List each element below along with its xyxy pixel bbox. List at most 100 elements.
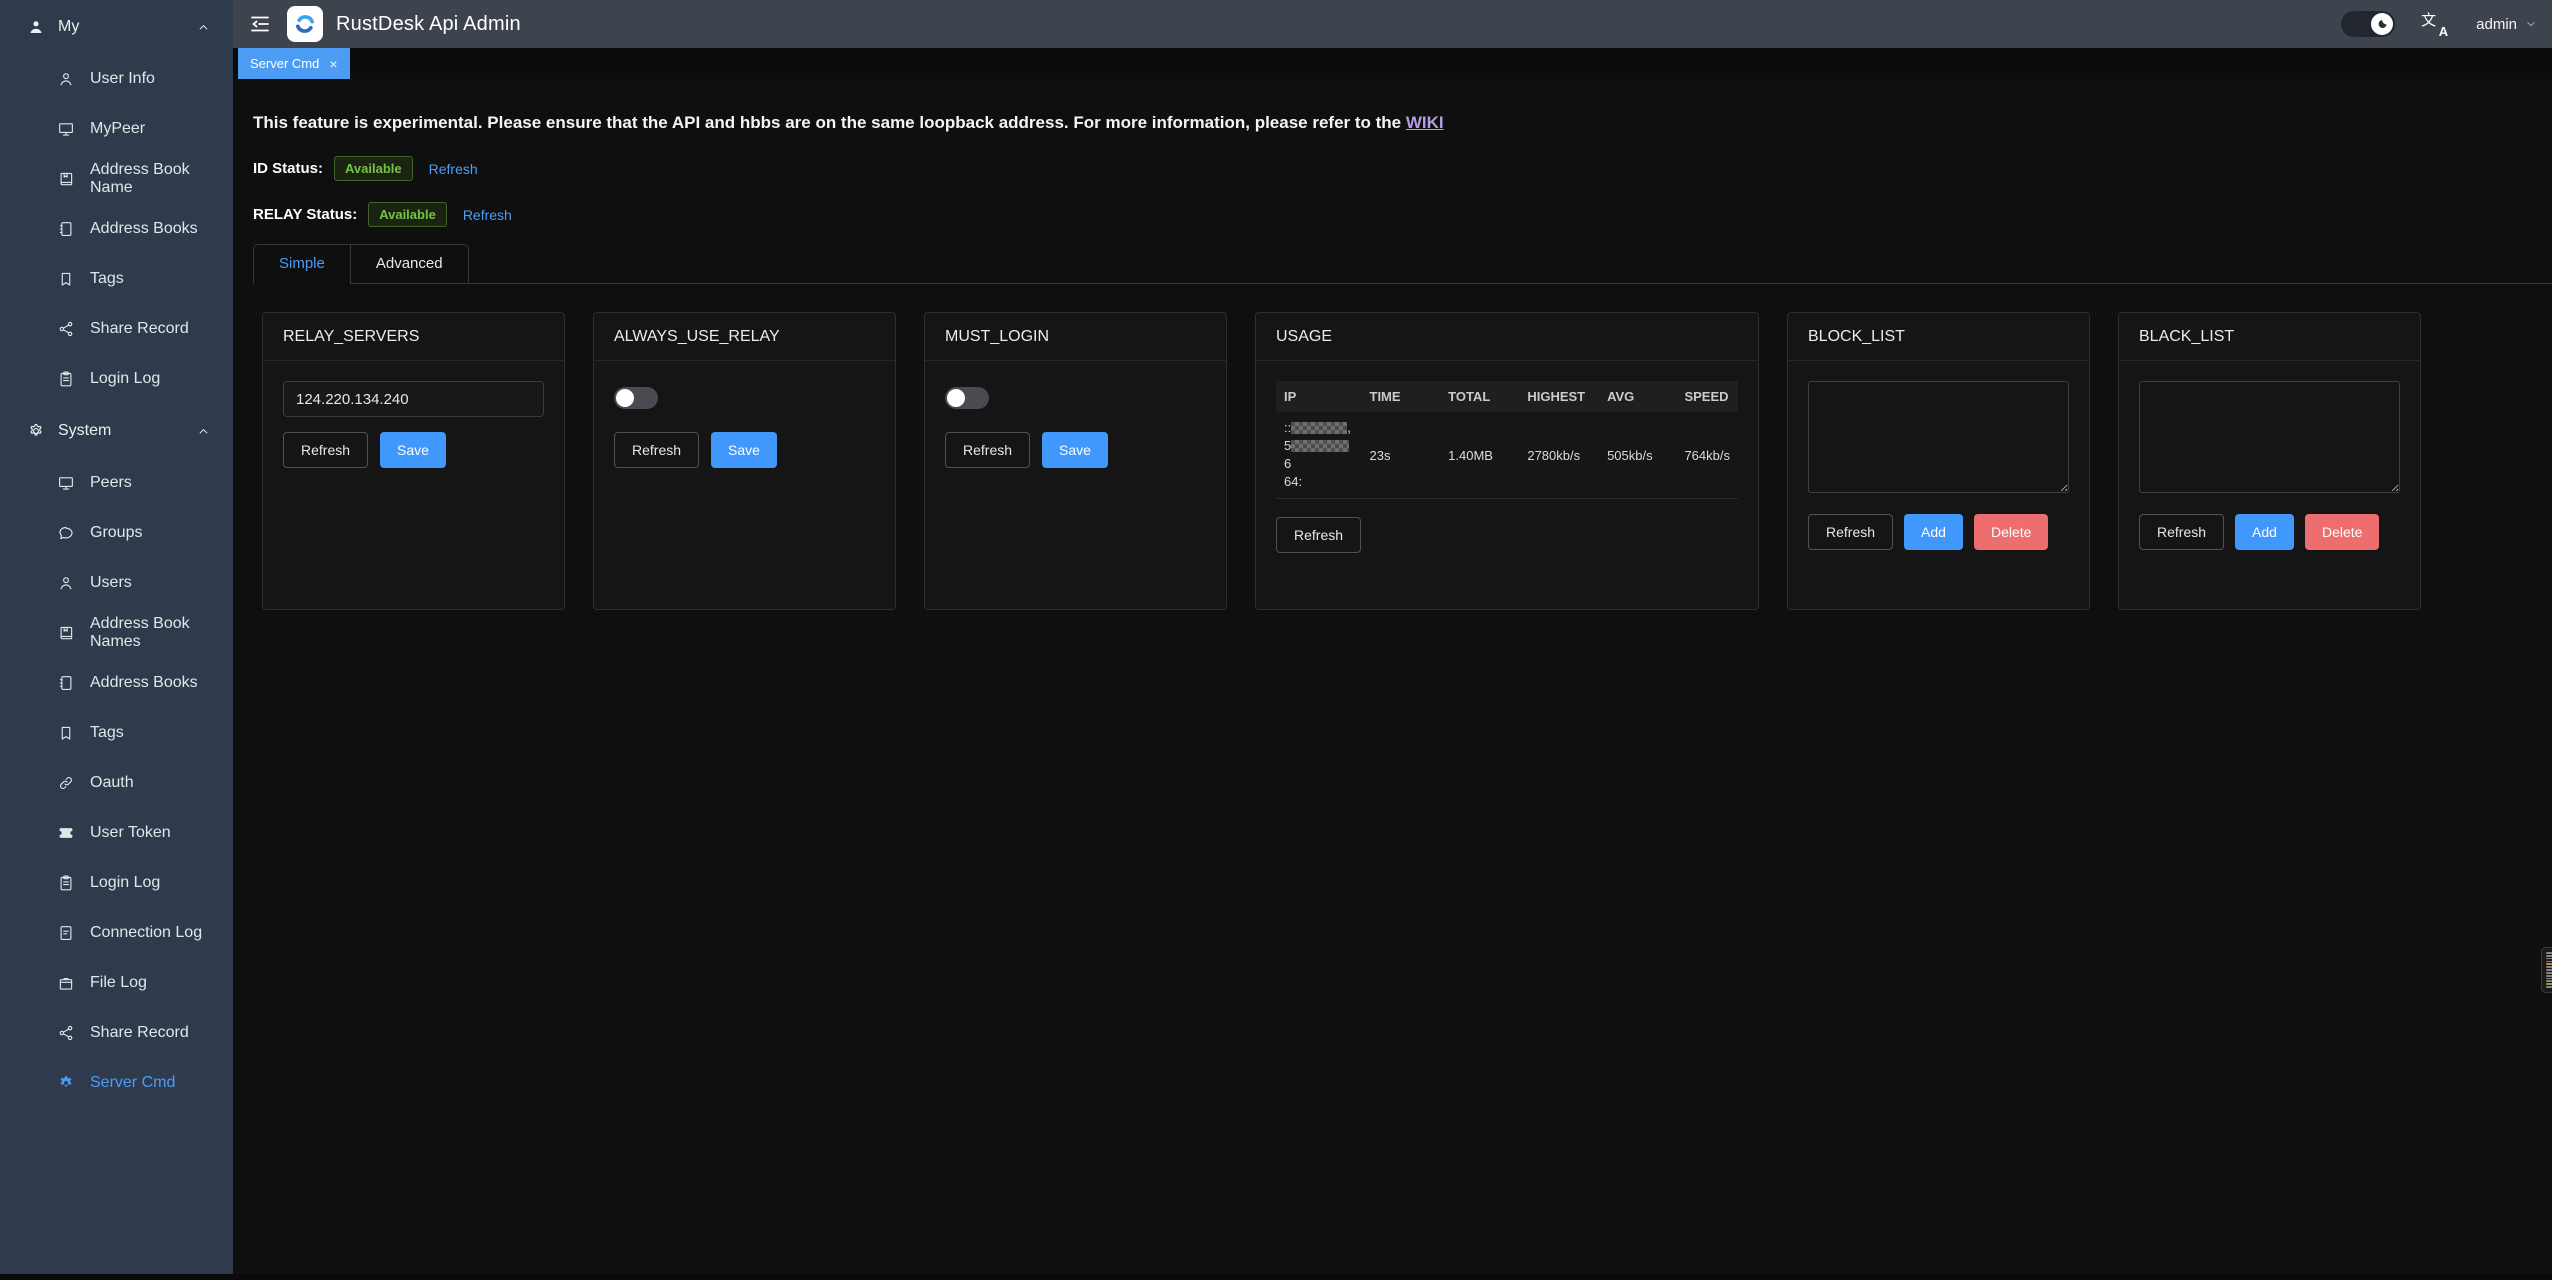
sidebar-item-user-token[interactable]: User Token <box>0 808 233 858</box>
chat-icon <box>57 524 75 542</box>
redacted-ip-segment <box>1291 440 1349 452</box>
dark-mode-toggle[interactable] <box>2341 11 2395 37</box>
gear-icon <box>27 422 45 440</box>
translate-icon[interactable]: 文 A <box>2421 11 2448 37</box>
rustdesk-logo <box>287 6 323 42</box>
sidebar-item-oauth[interactable]: Oauth <box>0 758 233 808</box>
block-list-delete-button[interactable]: Delete <box>1974 514 2048 550</box>
black-list-refresh-button[interactable]: Refresh <box>2139 514 2224 550</box>
col-highest: HIGHEST <box>1519 381 1599 412</box>
usage-refresh-button[interactable]: Refresh <box>1276 517 1361 553</box>
sidebar: My User Info MyPeer Address Book Name Ad… <box>0 0 233 1280</box>
id-status-refresh-link[interactable]: Refresh <box>429 161 478 177</box>
relay-servers-save-button[interactable]: Save <box>380 432 446 468</box>
sidebar-item-label: Login Log <box>90 874 160 892</box>
sidebar-item-mypeer[interactable]: MyPeer <box>0 104 233 154</box>
relay-status-badge: Available <box>368 202 447 227</box>
sidebar-item-user-info[interactable]: User Info <box>0 54 233 104</box>
warning-text: This feature is experimental. Please ens… <box>253 113 1406 132</box>
sidebar-item-label: MyPeer <box>90 120 145 138</box>
cell-highest: 2780kb/s <box>1519 412 1599 499</box>
redacted-ip-segment <box>1291 422 1347 434</box>
id-status-badge: Available <box>334 156 413 181</box>
sidebar-section-system[interactable]: System <box>0 404 233 458</box>
card-title: BLACK_LIST <box>2119 313 2420 361</box>
sidebar-item-connection-log[interactable]: Connection Log <box>0 908 233 958</box>
cell-avg: 505kb/s <box>1599 412 1676 499</box>
sidebar-item-share-record-2[interactable]: Share Record <box>0 1008 233 1058</box>
experimental-warning: This feature is experimental. Please ens… <box>253 111 2552 135</box>
scroll-minimap-widget[interactable] <box>2541 947 2552 993</box>
notebook-icon <box>57 220 75 238</box>
card-must-login: MUST_LOGIN Refresh Save <box>924 312 1227 610</box>
block-list-add-button[interactable]: Add <box>1904 514 1963 550</box>
sidebar-item-tags[interactable]: Tags <box>0 254 233 304</box>
block-list-textarea[interactable] <box>1808 381 2069 493</box>
user-name: admin <box>2476 16 2517 33</box>
wiki-link[interactable]: WIKI <box>1406 113 1444 132</box>
sidebar-item-label: Oauth <box>90 774 134 792</box>
usage-table-row: ::, 56 64: 23s 1.40MB 2780kb/s 505kb/s 7… <box>1276 412 1738 499</box>
archive-icon <box>57 974 75 992</box>
sidebar-item-share-record[interactable]: Share Record <box>0 304 233 354</box>
must-login-refresh-button[interactable]: Refresh <box>945 432 1030 468</box>
main-content: This feature is experimental. Please ens… <box>233 79 2552 1280</box>
sidebar-item-login-log[interactable]: Login Log <box>0 354 233 404</box>
black-list-delete-button[interactable]: Delete <box>2305 514 2379 550</box>
tab-simple[interactable]: Simple <box>254 245 350 284</box>
moon-icon <box>2371 13 2393 35</box>
sidebar-item-label: Address Book Names <box>90 615 233 651</box>
always-use-relay-toggle[interactable] <box>614 387 658 409</box>
app-root: My User Info MyPeer Address Book Name Ad… <box>0 0 2552 1280</box>
block-list-refresh-button[interactable]: Refresh <box>1808 514 1893 550</box>
must-login-toggle[interactable] <box>945 387 989 409</box>
relay-status-refresh-link[interactable]: Refresh <box>463 207 512 223</box>
sidebar-item-label: Connection Log <box>90 924 202 942</box>
menu-fold-icon[interactable] <box>247 11 273 37</box>
sidebar-item-users[interactable]: Users <box>0 558 233 608</box>
cell-ip: ::, 56 64: <box>1276 412 1362 499</box>
clipboard-icon <box>57 370 75 388</box>
relay-servers-input[interactable] <box>283 381 544 417</box>
settings-cards: RELAY_SERVERS Refresh Save ALWAYS_USE_RE… <box>253 312 2552 610</box>
card-title: USAGE <box>1256 313 1758 361</box>
view-tabbar: Simple Advanced <box>253 244 2552 284</box>
topbar: RustDesk Api Admin 文 A admin <box>233 0 2552 48</box>
close-icon[interactable]: × <box>329 57 337 71</box>
sidebar-item-address-book-name[interactable]: Address Book Name <box>0 154 233 204</box>
relay-status-label: RELAY Status: <box>253 206 357 223</box>
card-block-list: BLOCK_LIST Refresh Add Delete <box>1787 312 2090 610</box>
sidebar-item-label: Server Cmd <box>90 1074 175 1092</box>
col-speed: SPEED <box>1676 381 1738 412</box>
black-list-add-button[interactable]: Add <box>2235 514 2294 550</box>
black-list-textarea[interactable] <box>2139 381 2400 493</box>
sidebar-item-label: Share Record <box>90 320 189 338</box>
bookmark-icon <box>57 270 75 288</box>
sidebar-item-address-book-names[interactable]: Address Book Names <box>0 608 233 658</box>
card-usage: USAGE IP TIME TOTAL HIGHEST AVG SPEED <box>1255 312 1759 610</box>
card-relay-servers: RELAY_SERVERS Refresh Save <box>262 312 565 610</box>
user-menu[interactable]: admin <box>2476 16 2538 33</box>
page-tab-server-cmd[interactable]: Server Cmd × <box>238 48 350 79</box>
page-tabstrip: Server Cmd × <box>233 48 2552 79</box>
sidebar-item-label: Groups <box>90 524 142 542</box>
sidebar-item-login-log-2[interactable]: Login Log <box>0 858 233 908</box>
must-login-save-button[interactable]: Save <box>1042 432 1108 468</box>
sidebar-item-server-cmd[interactable]: Server Cmd <box>0 1058 233 1108</box>
sidebar-item-label: Address Book Name <box>90 161 233 197</box>
sidebar-item-groups[interactable]: Groups <box>0 508 233 558</box>
tab-advanced[interactable]: Advanced <box>350 245 468 284</box>
sidebar-item-address-books-2[interactable]: Address Books <box>0 658 233 708</box>
sidebar-item-tags-2[interactable]: Tags <box>0 708 233 758</box>
chevron-up-icon <box>196 20 211 35</box>
always-use-relay-save-button[interactable]: Save <box>711 432 777 468</box>
sidebar-item-file-log[interactable]: File Log <box>0 958 233 1008</box>
sidebar-section-my[interactable]: My <box>0 0 233 54</box>
notebook-icon <box>57 674 75 692</box>
card-title: BLOCK_LIST <box>1788 313 2089 361</box>
user-icon <box>57 574 75 592</box>
sidebar-item-address-books[interactable]: Address Books <box>0 204 233 254</box>
sidebar-item-peers[interactable]: Peers <box>0 458 233 508</box>
relay-servers-refresh-button[interactable]: Refresh <box>283 432 368 468</box>
always-use-relay-refresh-button[interactable]: Refresh <box>614 432 699 468</box>
